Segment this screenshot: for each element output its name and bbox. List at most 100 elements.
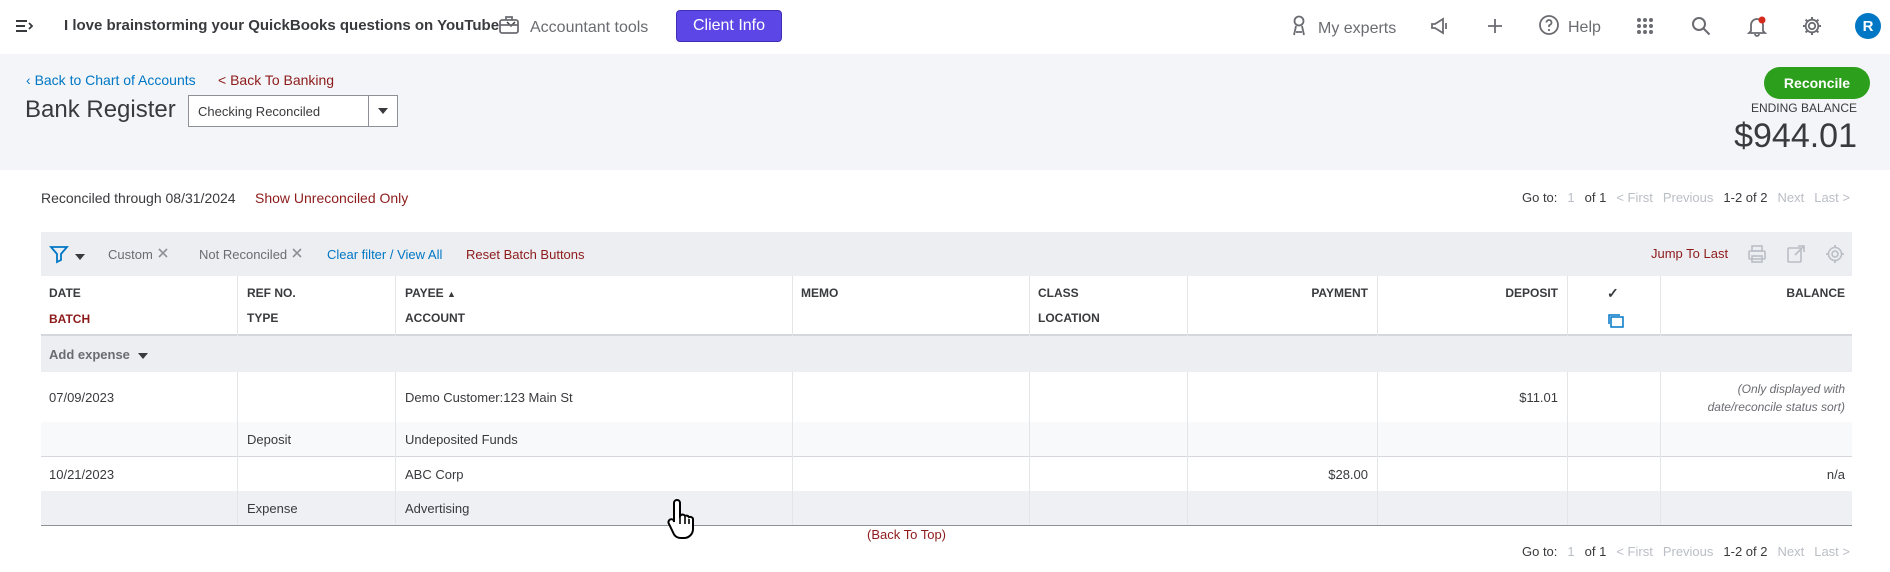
goto-page-input[interactable]: 1 xyxy=(1567,544,1574,559)
payee-header-label: PAYEE xyxy=(405,286,444,300)
row-type: Deposit xyxy=(247,432,292,447)
jump-to-last-link[interactable]: Jump To Last xyxy=(1651,246,1728,261)
row-balance: n/a xyxy=(1826,467,1845,482)
caret-down-icon[interactable] xyxy=(369,96,397,126)
last-page-link[interactable]: Last > xyxy=(1814,190,1850,205)
row-payment: $28.00 xyxy=(1328,467,1368,482)
close-icon[interactable] xyxy=(291,247,303,262)
column-divider xyxy=(237,372,238,525)
column-header-balance[interactable]: BALANCE xyxy=(1701,286,1845,300)
column-divider xyxy=(1377,372,1378,525)
apps-grid-icon[interactable] xyxy=(1633,14,1657,38)
filter-button[interactable] xyxy=(49,244,85,267)
column-header-deposit[interactable]: DEPOSIT xyxy=(1438,286,1558,300)
account-select[interactable]: Checking Reconciled xyxy=(188,95,398,127)
column-header-ref-no[interactable]: REF NO. xyxy=(247,286,296,300)
company-name: I love brainstorming your QuickBooks que… xyxy=(64,17,500,34)
column-header-memo[interactable]: MEMO xyxy=(801,286,838,300)
table-row-detail[interactable]: Expense Advertising xyxy=(41,491,1852,525)
funnel-icon xyxy=(49,244,69,267)
column-header-account[interactable]: ACCOUNT xyxy=(405,311,465,325)
table-row[interactable]: 07/09/2023 Demo Customer:123 Main St $11… xyxy=(41,372,1852,422)
filter-chip-label: Not Reconciled xyxy=(199,247,288,262)
back-to-top-link[interactable]: (Back To Top) xyxy=(867,527,946,542)
column-divider xyxy=(1377,276,1378,336)
export-icon[interactable] xyxy=(1786,244,1806,264)
register-table: DATE BATCH REF NO. TYPE PAYEE ▲ ACCOUNT … xyxy=(41,276,1852,526)
column-divider xyxy=(1567,372,1568,525)
company-name-dropdown[interactable]: I love brainstorming your QuickBooks que… xyxy=(64,17,517,34)
table-row[interactable]: 10/21/2023 ABC Corp $28.00 n/a xyxy=(41,457,1852,491)
copy-icon[interactable] xyxy=(1607,313,1625,332)
plus-icon[interactable] xyxy=(1483,14,1507,38)
column-header-payee[interactable]: PAYEE ▲ xyxy=(405,286,456,300)
reset-batch-buttons-link[interactable]: Reset Batch Buttons xyxy=(466,247,585,262)
next-page-link[interactable]: Next xyxy=(1777,544,1804,559)
column-divider xyxy=(237,276,238,336)
column-header-batch[interactable]: BATCH xyxy=(49,312,90,326)
clear-filter-link[interactable]: Clear filter / View All xyxy=(327,247,442,262)
add-transaction-row: Add expense xyxy=(41,336,1852,372)
help-circle-icon xyxy=(1538,14,1560,41)
show-unreconciled-link[interactable]: Show Unreconciled Only xyxy=(255,190,408,206)
avatar[interactable]: R xyxy=(1855,13,1881,39)
column-header-reconcile-status[interactable]: ✓ xyxy=(1607,285,1619,302)
notification-bell-icon[interactable] xyxy=(1745,14,1769,38)
first-page-link[interactable]: < First xyxy=(1616,544,1652,559)
column-divider xyxy=(395,276,396,336)
search-icon[interactable] xyxy=(1689,14,1713,38)
client-info-button[interactable]: Client Info xyxy=(676,10,782,42)
gear-icon[interactable] xyxy=(1800,14,1824,38)
person-badge-icon xyxy=(1290,15,1308,42)
column-divider xyxy=(1029,276,1030,336)
column-header-date[interactable]: DATE xyxy=(49,286,81,300)
caret-down-icon xyxy=(75,248,85,263)
row-date: 10/21/2023 xyxy=(49,467,115,482)
help-button[interactable]: Help xyxy=(1538,14,1601,41)
reconcile-button[interactable]: Reconcile xyxy=(1764,67,1870,99)
row-payee: Demo Customer:123 Main St xyxy=(405,390,573,405)
previous-page-link[interactable]: Previous xyxy=(1663,544,1714,559)
row-divider xyxy=(41,525,1852,526)
column-divider xyxy=(792,372,793,525)
row-deposit: $11.01 xyxy=(1519,390,1558,405)
back-coa-label: Back to Chart of Accounts xyxy=(34,72,196,88)
column-divider xyxy=(1660,276,1661,336)
table-row-detail[interactable]: Deposit Undeposited Funds xyxy=(41,422,1852,456)
accountant-tools-button[interactable]: Accountant tools xyxy=(498,15,648,40)
column-header-location[interactable]: LOCATION xyxy=(1038,311,1100,325)
filter-chip-label: Custom xyxy=(108,247,153,262)
filter-chip-custom[interactable]: Custom xyxy=(108,247,169,262)
next-page-link[interactable]: Next xyxy=(1777,190,1804,205)
previous-page-link[interactable]: Previous xyxy=(1663,190,1714,205)
settings-gear-icon[interactable] xyxy=(1825,244,1845,264)
add-expense-dropdown[interactable]: Add expense xyxy=(49,347,148,362)
last-page-link[interactable]: Last > xyxy=(1814,544,1850,559)
print-icon[interactable] xyxy=(1747,244,1767,264)
column-header-type[interactable]: TYPE xyxy=(247,311,278,325)
back-to-banking-link[interactable]: < Back To Banking xyxy=(218,72,334,88)
first-page-link[interactable]: < First xyxy=(1616,190,1652,205)
account-select-value: Checking Reconciled xyxy=(189,96,369,126)
page-title: Bank Register xyxy=(25,96,176,123)
back-to-chart-of-accounts-link[interactable]: ‹ Back to Chart of Accounts xyxy=(26,72,196,88)
my-experts-label: My experts xyxy=(1318,19,1397,37)
close-icon[interactable] xyxy=(157,247,169,262)
menu-collapse-icon[interactable] xyxy=(14,16,34,36)
hand-pointer-cursor-icon xyxy=(667,497,701,539)
filter-chip-not-reconciled[interactable]: Not Reconciled xyxy=(199,247,303,262)
goto-page-input[interactable]: 1 xyxy=(1567,190,1574,205)
pager-bottom: Go to: 1 of 1 < First Previous 1-2 of 2 … xyxy=(1522,544,1850,559)
goto-label: Go to: xyxy=(1521,190,1558,205)
row-type: Expense xyxy=(247,501,298,516)
row-balance: (Only displayed with date/reconcile stat… xyxy=(1707,382,1845,414)
chevron-left-icon: ‹ xyxy=(26,72,35,88)
pager-top: Go to: 1 of 1 < First Previous 1-2 of 2 … xyxy=(1522,190,1850,205)
column-divider xyxy=(792,276,793,336)
goto-label: Go to: xyxy=(1521,544,1558,559)
megaphone-icon[interactable] xyxy=(1428,14,1452,38)
my-experts-button[interactable]: My experts xyxy=(1290,15,1396,42)
column-header-class[interactable]: CLASS xyxy=(1038,286,1079,300)
row-account: Advertising xyxy=(405,501,470,516)
column-header-payment[interactable]: PAYMENT xyxy=(1248,286,1368,300)
